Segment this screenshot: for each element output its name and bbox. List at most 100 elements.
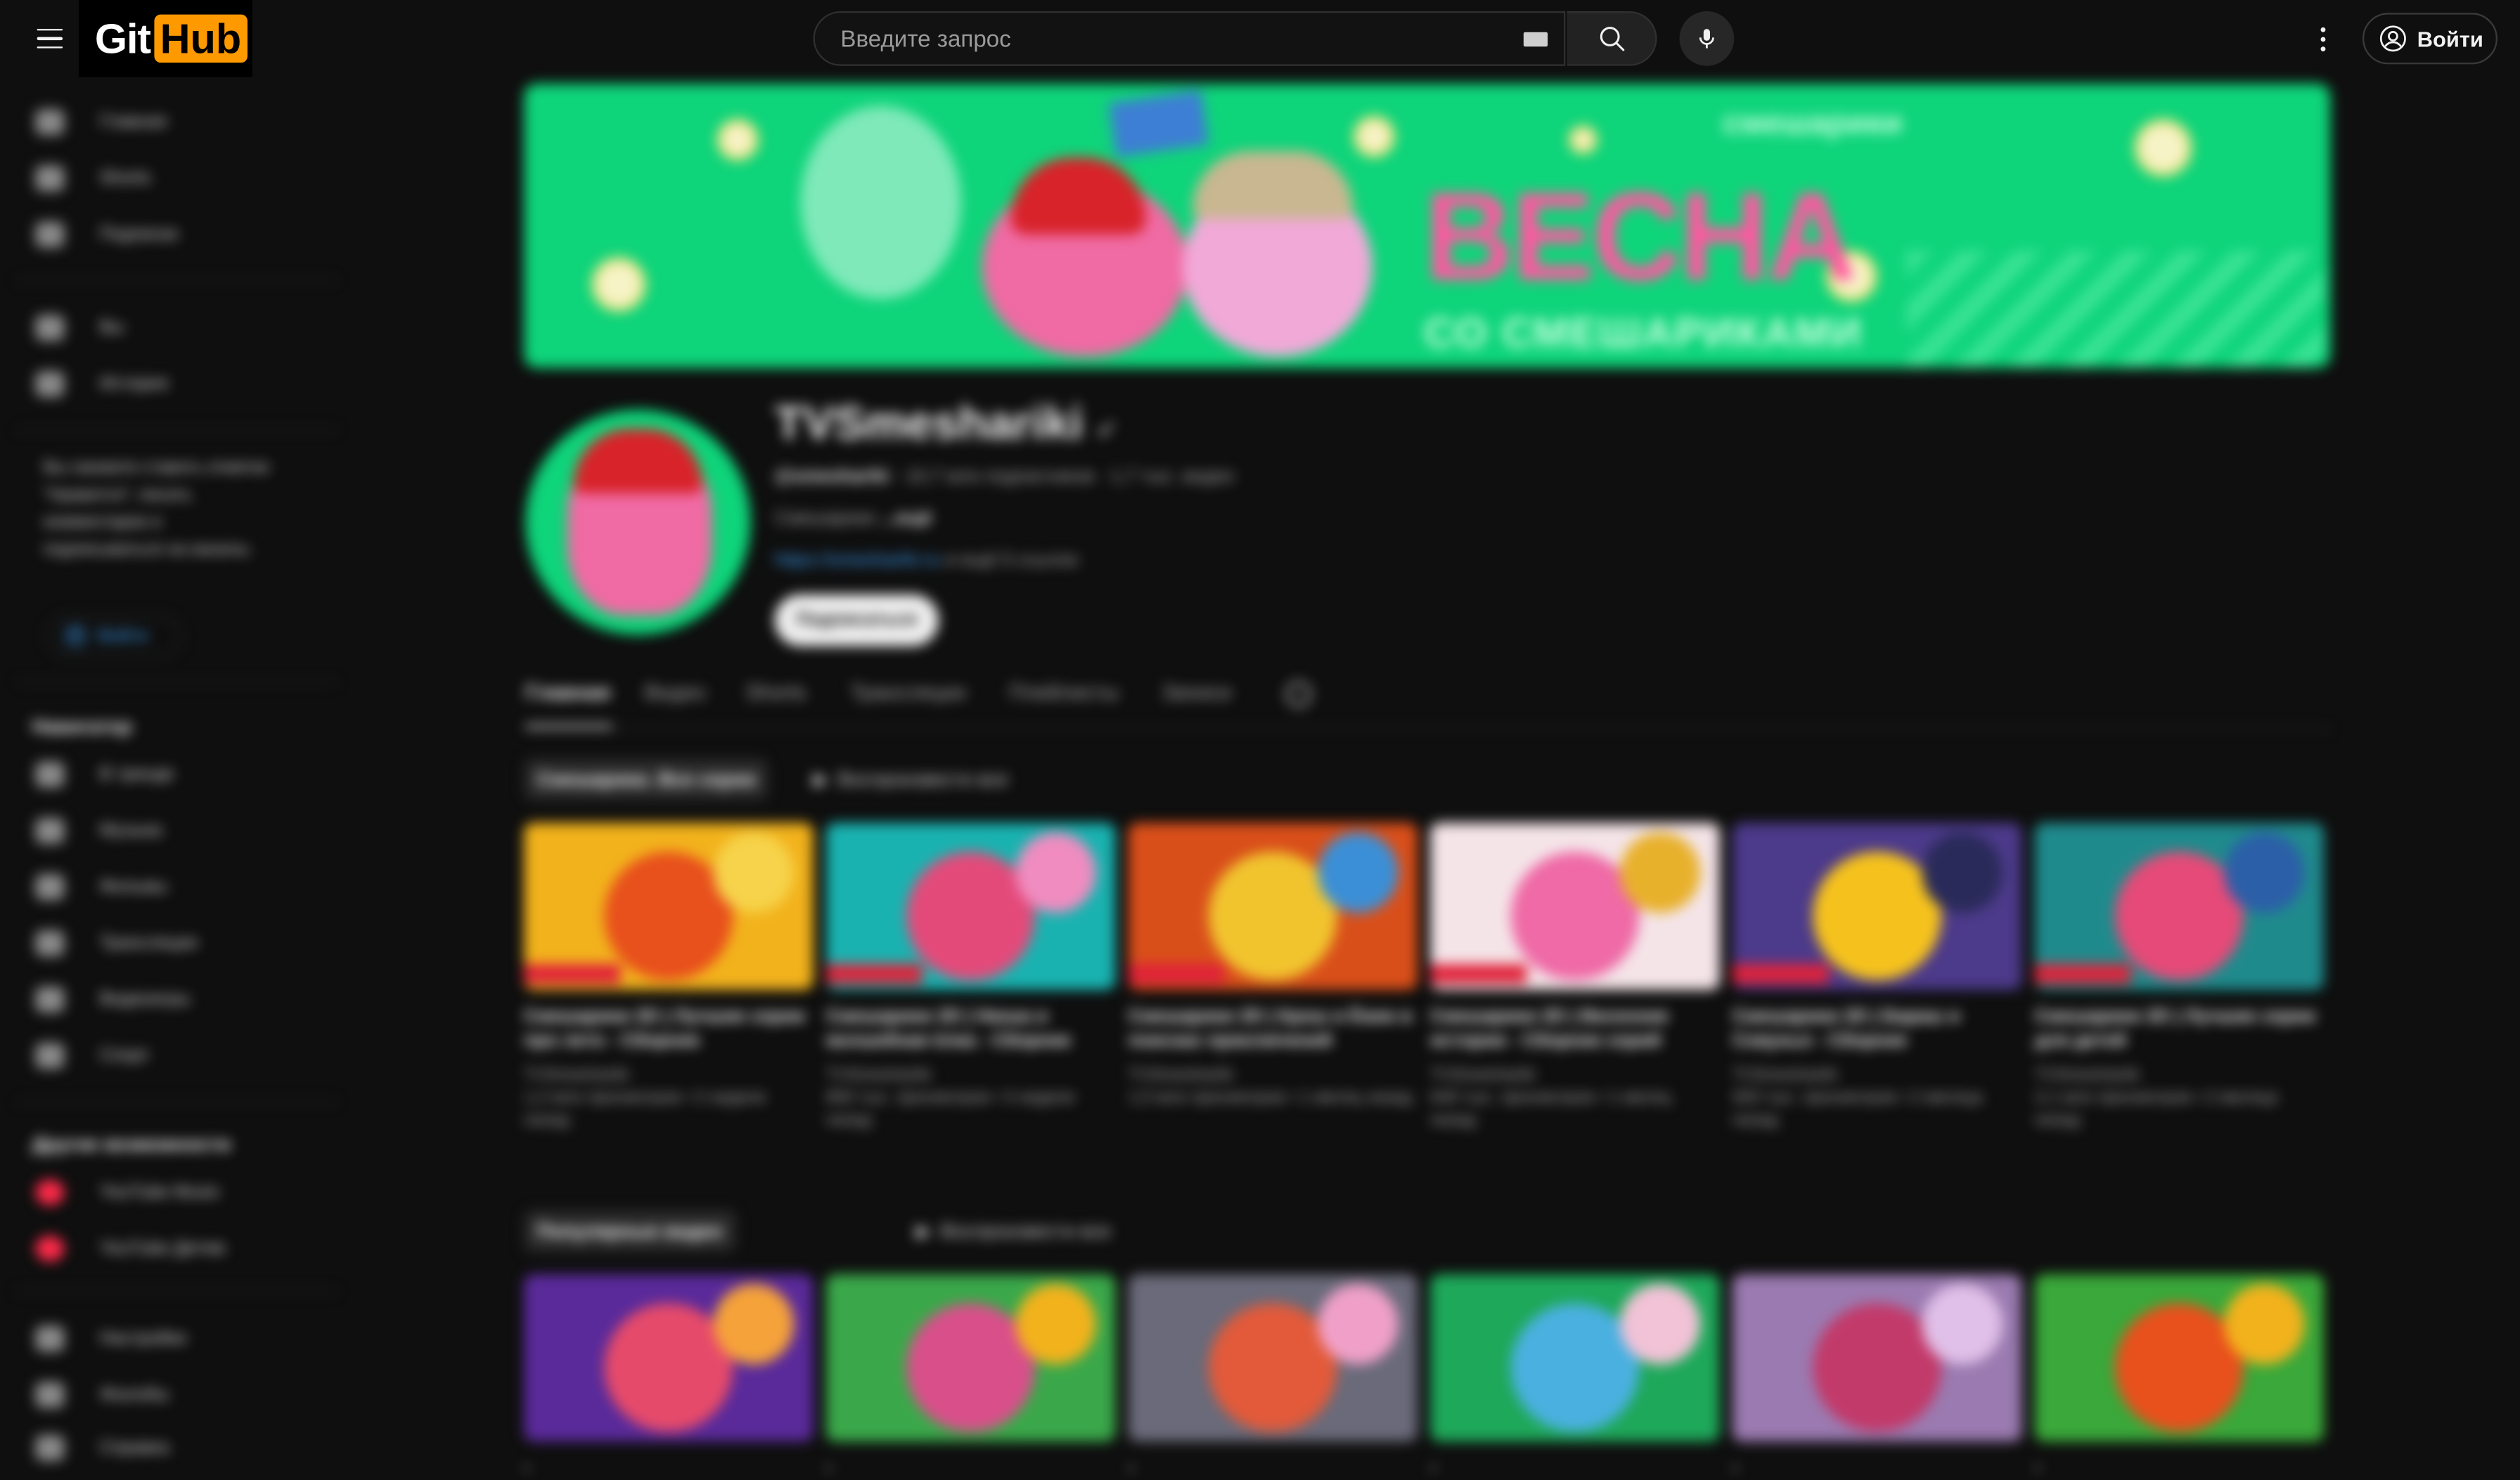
banner-brand: смешарики [1723,105,1903,142]
video-card[interactable]: Смешарики 2D | Весенние истории - Сборни… [1430,823,1720,1131]
home-icon [35,109,65,135]
video-channel[interactable]: TVSmeshariki [1129,1064,1418,1086]
thumbnail-badge [1732,964,1830,984]
youtube-music-icon [35,1179,65,1206]
video-card[interactable]: • [524,1274,814,1480]
site-logo[interactable]: Git Hub [78,0,252,77]
video-card[interactable]: • [1430,1274,1720,1480]
video-card[interactable]: Смешарики 2D | Лучшие серии для детей TVS… [2034,823,2325,1131]
video-thumbnail[interactable] [825,823,1116,990]
banner-subtitle: СО СМЕШАРИКАМИ [1424,308,1863,357]
video-title[interactable]: Смешарики 2D | Весенние истории - Сборни… [1430,1006,1719,1055]
sidebar-item-trending[interactable]: В тренде [0,750,338,799]
sidebar-item-youtube-kids[interactable]: YouTube Детям [0,1225,338,1273]
keyboard-icon[interactable] [1523,32,1548,47]
video-thumbnail[interactable] [1732,823,2022,990]
sidebar-item-youtube-music[interactable]: YouTube Music [0,1169,338,1217]
sidebar-item-live[interactable]: Трансляции [0,919,338,967]
sidebar-item-history[interactable]: История [0,360,338,408]
menu-button[interactable] [27,16,72,61]
tabs-divider [524,728,2331,730]
video-card[interactable]: Смешарики 2D | Крош и Ёжик в поисках при… [1128,823,1418,1109]
channel-banner: ВЕСНА СО СМЕШАРИКАМИ смешарики [524,83,2331,368]
sidebar-item-settings[interactable]: Настройки [0,1315,338,1363]
video-card[interactable]: Смешарики 2D | Лучшие серии про лето - С… [524,823,814,1131]
play-all-button[interactable]: ▶ Воспроизвести все [797,759,1024,800]
video-thumbnail[interactable] [524,823,814,990]
tab-live[interactable]: Трансляции [850,680,965,704]
video-channel[interactable]: TVSmeshariki [1430,1064,1719,1086]
sidebar-item-help[interactable]: Справка [0,1424,338,1472]
video-channel[interactable]: TVSmeshariki [1732,1064,2021,1086]
subscribe-button[interactable]: Подписаться [774,594,939,646]
channel-avatar[interactable] [525,409,751,635]
tab-shorts[interactable]: Shorts [746,680,806,704]
video-thumbnail[interactable] [2034,823,2325,990]
sidebar-item-home[interactable]: Главная [0,98,338,146]
video-thumbnail[interactable] [1732,1274,2022,1442]
sidebar-item-movies[interactable]: Фильмы [0,863,338,911]
search-input[interactable] [837,13,1503,67]
video-channel[interactable]: TVSmeshariki [2035,1064,2324,1086]
sidebar-login-button[interactable]: Войти [46,615,182,657]
stats-separator: • [1128,1459,1134,1479]
video-thumbnail[interactable] [1128,823,1418,990]
video-card[interactable]: Смешарики 2D | Нюша и волшебная ёлка - С… [825,823,1116,1131]
sidebar-item-gaming[interactable]: Видеоигры [0,975,338,1024]
section-title[interactable]: Популярные видео [524,1210,735,1252]
search-button[interactable] [1567,11,1657,66]
video-stats: 1,2 млн просмотров • 2 недели назад [524,1086,813,1131]
video-thumbnail[interactable] [1430,823,1720,990]
banner-character-nyusha [982,157,1188,357]
video-title[interactable]: Смешарики 2D | Лучшие серии для детей [2035,1006,2324,1055]
video-thumbnail[interactable] [1430,1274,1720,1442]
video-title[interactable]: Смешарики 2D | Лучшие серии про лето - С… [524,1006,813,1055]
stats-separator: • [825,1459,832,1479]
sidebar-item-label: Видеоигры [99,989,191,1010]
video-channel[interactable]: TVSmeshariki [826,1064,1115,1086]
sidebar-item-reports[interactable]: Жалобы [0,1371,338,1420]
sidebar-item-shorts[interactable]: Shorts [0,154,338,202]
play-all-button[interactable]: ▶ Воспроизвести все [900,1210,1127,1251]
sidebar-item-subscriptions[interactable]: Подписки [0,210,338,259]
video-card[interactable]: • [1128,1274,1418,1480]
sidebar-navigator-heading: Навигатор [32,715,132,738]
video-card[interactable]: • [1732,1274,2022,1480]
sidebar-divider [15,429,338,431]
sidebar-more-heading: Другие возможности [32,1133,231,1156]
sidebar-item-label: Вы [99,318,124,337]
video-thumbnail[interactable] [1128,1274,1418,1442]
sidebar-item-music[interactable]: Музыка [0,806,338,855]
video-card[interactable]: • [2034,1274,2325,1480]
video-title[interactable]: Смешарики 2D | Бараш и Совунья - Сборник [1732,1006,2021,1055]
tab-home[interactable]: Главная [525,680,610,704]
video-card[interactable]: • [825,1274,1116,1480]
play-icon: ▶ [915,1219,931,1242]
tab-posts[interactable]: Записи [1162,680,1232,704]
video-thumbnail[interactable] [2034,1274,2325,1442]
video-stats: 2,1 млн просмотров • 2 месяца назад [2035,1086,2324,1131]
channel-links[interactable]: https://smeshariki.ru и ещё 5 ссылок [775,551,1079,570]
video-title[interactable]: Смешарики 2D | Нюша и волшебная ёлка - С… [826,1006,1115,1055]
settings-menu-button[interactable] [2303,16,2341,61]
video-title[interactable]: Смешарики 2D | Крош и Ёжик в поисках при… [1129,1006,1418,1055]
youtube-kids-icon [35,1235,65,1262]
channel-search-icon[interactable] [1285,681,1312,707]
top-header: Git Hub Войти [0,0,2520,79]
video-channel[interactable]: TVSmeshariki [524,1064,813,1086]
tab-videos[interactable]: Видео [645,680,706,704]
video-thumbnail[interactable] [524,1274,814,1442]
sidebar-item-sports[interactable]: Спорт [0,1031,338,1080]
signin-button[interactable]: Войти [2362,13,2498,65]
channel-description[interactable]: Смешарики ...ещё [775,510,932,529]
video-stats: • [1732,1458,2021,1480]
section-title[interactable]: Смешарики. Все серии [524,758,769,801]
thumbnail-character [2224,832,2305,913]
thumbnail-character [713,1284,795,1365]
tab-playlists[interactable]: Плейлисты [1009,680,1119,704]
sidebar-item-you[interactable]: Вы [0,304,338,352]
video-thumbnail[interactable] [825,1274,1116,1442]
sidebar-item-label: Фильмы [99,877,168,897]
voice-search-button[interactable] [1679,11,1735,66]
video-card[interactable]: Смешарики 2D | Бараш и Совунья - Сборник… [1732,823,2022,1131]
